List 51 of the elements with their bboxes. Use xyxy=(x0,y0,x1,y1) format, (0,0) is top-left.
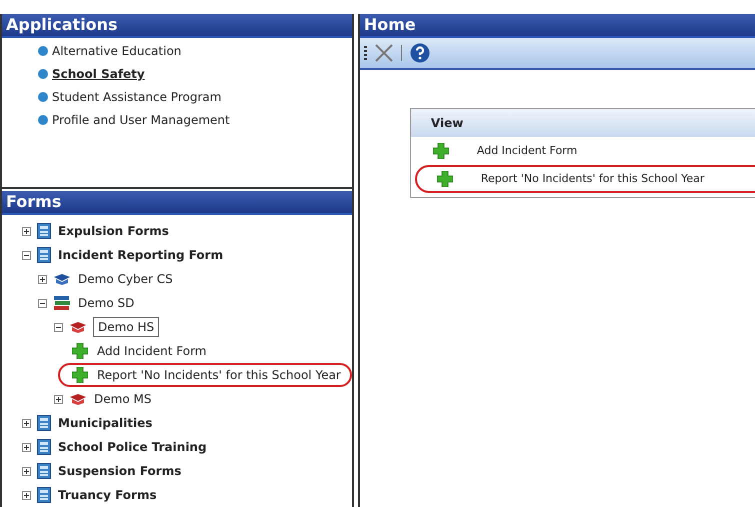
tree-item[interactable]: Report 'No Incidents' for this School Year xyxy=(96,366,342,384)
expand-icon[interactable] xyxy=(22,490,31,500)
plus-icon xyxy=(72,367,88,383)
view-row-label: Add Incident Form xyxy=(476,142,578,159)
form-icon xyxy=(37,463,51,479)
collapse-icon[interactable] xyxy=(38,298,47,308)
close-icon[interactable] xyxy=(374,44,393,62)
plus-icon xyxy=(436,171,453,187)
tree-item[interactable]: Truancy Forms xyxy=(57,486,158,504)
view-row[interactable]: Add Incident Form xyxy=(410,137,755,165)
panel-header: Home xyxy=(360,14,755,38)
form-icon xyxy=(37,247,51,263)
plus-icon xyxy=(432,143,449,159)
application-link[interactable]: Alternative Education xyxy=(52,42,182,60)
grip-icon xyxy=(364,46,367,60)
tree-item[interactable]: Demo MS xyxy=(93,390,152,408)
application-link[interactable]: School Safety xyxy=(52,65,145,83)
expand-icon[interactable] xyxy=(22,466,31,476)
form-icon xyxy=(37,487,51,503)
bullet-icon xyxy=(38,92,48,102)
help-icon[interactable] xyxy=(410,43,430,63)
tree-item[interactable]: Add Incident Form xyxy=(96,342,208,360)
expand-icon[interactable] xyxy=(22,226,31,236)
collapse-icon[interactable] xyxy=(54,322,63,332)
collapse-icon[interactable] xyxy=(22,250,31,260)
form-icon xyxy=(37,223,51,239)
plus-icon xyxy=(72,343,88,359)
application-link[interactable]: Profile and User Management xyxy=(52,111,230,129)
panel-header: Applications xyxy=(2,14,352,38)
expand-icon[interactable] xyxy=(54,394,63,404)
tree-item[interactable]: Expulsion Forms xyxy=(57,222,170,240)
tree-item[interactable]: Incident Reporting Form xyxy=(57,246,224,264)
application-link[interactable]: Student Assistance Program xyxy=(52,88,222,106)
view-row-label: Report 'No Incidents' for this School Year xyxy=(480,170,704,187)
tree-item[interactable]: Municipalities xyxy=(57,414,154,432)
tree-item[interactable]: Demo Cyber CS xyxy=(77,270,174,288)
tree-item[interactable]: Suspension Forms xyxy=(57,462,182,480)
tree-item[interactable]: Demo SD xyxy=(77,294,136,312)
bullet-icon xyxy=(38,46,48,56)
bullet-icon xyxy=(38,69,48,79)
tree-item[interactable]: School Police Training xyxy=(57,438,208,456)
view-row[interactable]: Report 'No Incidents' for this School Year xyxy=(414,165,755,193)
view-header: View xyxy=(410,109,755,137)
form-icon xyxy=(37,415,51,431)
expand-icon[interactable] xyxy=(22,442,31,452)
bullet-icon xyxy=(38,115,48,125)
expand-icon[interactable] xyxy=(38,274,47,284)
panel-header: Forms xyxy=(2,191,352,215)
expand-icon[interactable] xyxy=(22,418,31,428)
form-icon xyxy=(37,439,51,455)
tree-item[interactable]: Demo HS xyxy=(93,317,160,337)
